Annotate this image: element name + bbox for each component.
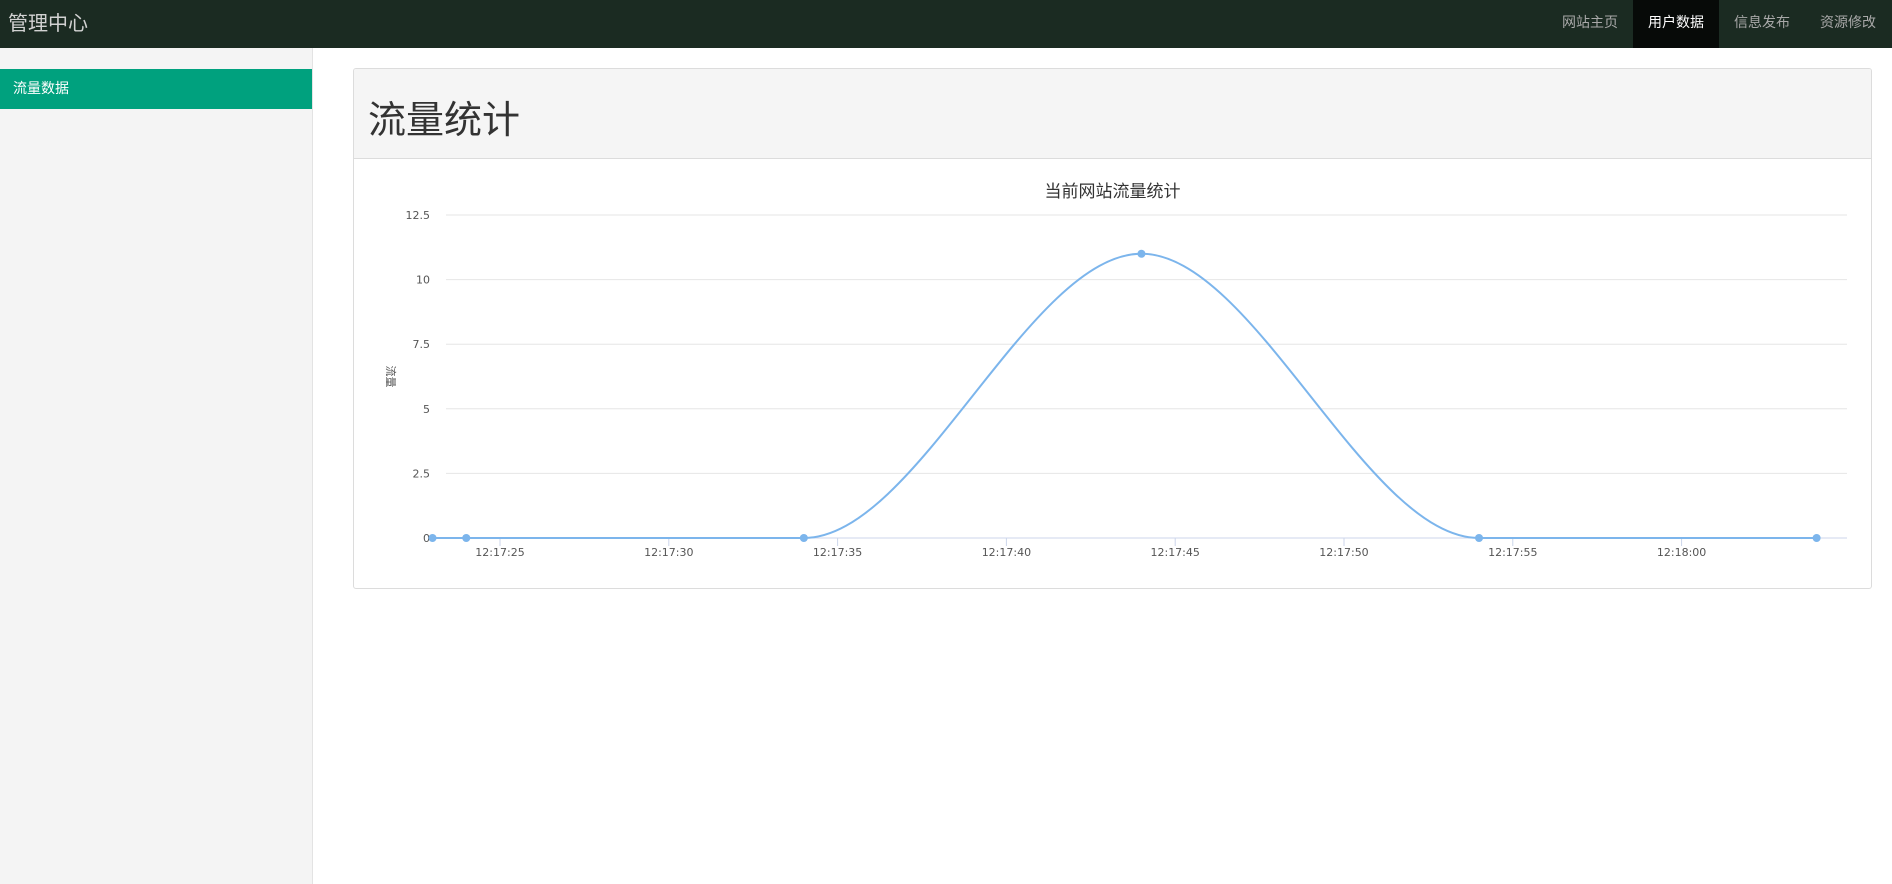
y-tick-label: 12.5 [406, 209, 431, 222]
y-tick-label: 10 [416, 274, 430, 287]
sidebar: 流量数据 [0, 48, 313, 884]
series-point [1475, 534, 1484, 542]
y-axis-label: 流量 [384, 366, 398, 388]
nav-item-resources[interactable]: 资源修改 [1805, 0, 1892, 48]
x-tick-label: 12:17:55 [1488, 546, 1537, 559]
panel-header: 流量统计 [354, 69, 1871, 159]
traffic-line-chart: 当前网站流量统计02.557.51012.5流量12:17:25 12:17:30… [384, 182, 1847, 559]
x-tick-label: 12:18:00 [1657, 546, 1706, 559]
series-point [428, 534, 437, 542]
brand-title[interactable]: 管理中心 [8, 10, 88, 36]
series-point [1812, 534, 1821, 542]
nav-item-publish[interactable]: 信息发布 [1719, 0, 1805, 48]
x-tick-label: 12:17:30 [644, 546, 693, 559]
x-tick-label: 12:17:50 [1319, 546, 1368, 559]
series-point [799, 534, 808, 542]
series-line [432, 252, 1817, 540]
nav-item-user-data[interactable]: 用户数据 [1633, 0, 1719, 48]
series-point [462, 534, 471, 542]
x-tick-label: 12:17:25 [475, 546, 524, 559]
sidebar-item-traffic-data[interactable]: 流量数据 [0, 69, 312, 109]
x-tick-label: 12:17:35 [813, 546, 862, 559]
series-point [1137, 249, 1146, 258]
y-tick-label: 2.5 [413, 467, 431, 480]
top-nav: 网站主页 用户数据 信息发布 资源修改 [1547, 0, 1892, 48]
chart-title: 当前网站流量统计 [1045, 182, 1181, 202]
x-tick-label: 12:17:45 [1150, 546, 1199, 559]
page-title: 流量统计 [368, 98, 521, 142]
y-tick-label: 7.5 [413, 338, 431, 351]
traffic-panel: 流量统计 当前网站流量统计 0 2.5 5 7.5 10 12.5 流量 12:17:25 12:… [353, 68, 1872, 589]
nav-item-home[interactable]: 网站主页 [1547, 0, 1633, 48]
top-navbar: 管理中心 网站主页 用户数据 信息发布 资源修改 [0, 0, 1892, 48]
x-tick-label: 12:17:40 [982, 546, 1031, 559]
y-tick-label: 5 [423, 403, 430, 416]
